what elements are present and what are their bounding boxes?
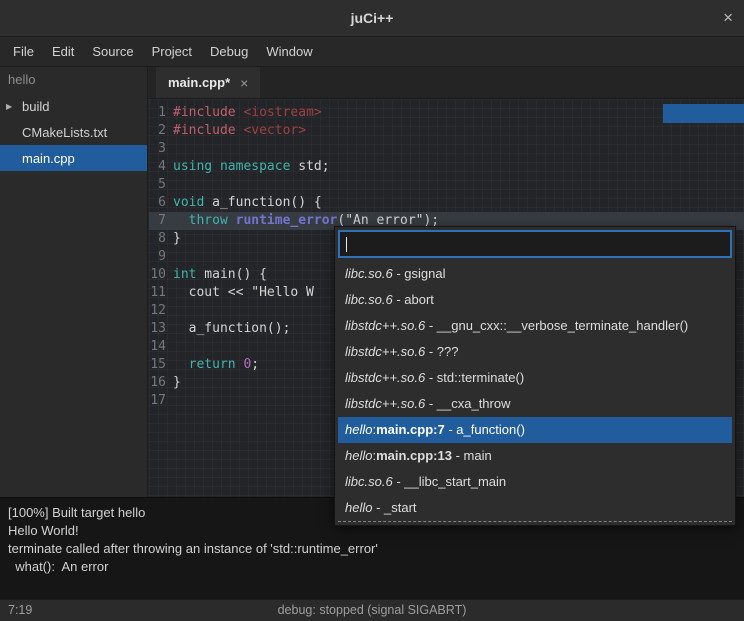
sidebar-item-build[interactable]: ▶build xyxy=(0,93,147,119)
menu-item-file[interactable]: File xyxy=(4,37,43,66)
line-number: 17 xyxy=(149,392,171,410)
project-name: hello xyxy=(0,67,147,93)
line-number: 4 xyxy=(149,158,171,176)
file-tree: ▶build CMakeLists.txt main.cpp xyxy=(0,93,147,171)
status-bar: 7:19 debug: stopped (signal SIGABRT) xyxy=(0,599,744,621)
code-text: int main() { xyxy=(171,266,267,284)
line-number: 6 xyxy=(149,194,171,212)
tab-close-icon[interactable]: × xyxy=(240,75,248,91)
code-text xyxy=(171,248,173,266)
title-bar: juCi++ × xyxy=(0,0,744,37)
backtrace-item[interactable]: libstdc++.so.6 - ??? xyxy=(338,339,732,365)
line-number: 15 xyxy=(149,356,171,374)
code-text: #include <iostream> xyxy=(171,104,322,122)
code-line: 3 xyxy=(149,140,744,158)
close-icon[interactable]: × xyxy=(723,0,733,36)
code-text xyxy=(171,392,173,410)
sidebar: hello ▶build CMakeLists.txt main.cpp xyxy=(0,67,148,497)
text-caret xyxy=(346,237,347,252)
jucipp-window: juCi++ × FileEditSourceProjectDebugWindo… xyxy=(0,0,744,621)
expander-icon[interactable]: ▶ xyxy=(0,102,22,111)
code-text xyxy=(171,302,173,320)
sidebar-item-cmakelists-txt[interactable]: CMakeLists.txt xyxy=(0,119,147,145)
tab-main-cpp[interactable]: main.cpp* × xyxy=(156,67,260,98)
tree-item-label: build xyxy=(22,99,49,114)
code-line: 4using namespace std; xyxy=(149,158,744,176)
code-line: 1#include <iostream> xyxy=(149,104,744,122)
menu-bar: FileEditSourceProjectDebugWindow xyxy=(0,37,744,67)
backtrace-item[interactable]: hello - _start xyxy=(338,495,732,521)
menu-item-debug[interactable]: Debug xyxy=(201,37,257,66)
code-text: } xyxy=(171,230,181,248)
line-number: 12 xyxy=(149,302,171,320)
code-text: return 0; xyxy=(171,356,259,374)
line-number: 7 xyxy=(149,212,171,230)
backtrace-item[interactable]: hello:main.cpp:13 - main xyxy=(338,443,732,469)
menu-item-edit[interactable]: Edit xyxy=(43,37,83,66)
backtrace-item[interactable]: libc.so.6 - abort xyxy=(338,287,732,313)
line-number: 5 xyxy=(149,176,171,194)
line-number: 1 xyxy=(149,104,171,122)
line-number: 13 xyxy=(149,320,171,338)
backtrace-item[interactable]: libstdc++.so.6 - __cxa_throw xyxy=(338,391,732,417)
backtrace-list: libc.so.6 - gsignallibc.so.6 - abortlibs… xyxy=(338,261,732,522)
line-number: 11 xyxy=(149,284,171,302)
code-text: using namespace std; xyxy=(171,158,330,176)
code-text xyxy=(171,140,173,158)
line-number: 2 xyxy=(149,122,171,140)
menu-item-window[interactable]: Window xyxy=(257,37,321,66)
menu-item-source[interactable]: Source xyxy=(83,37,142,66)
backtrace-item[interactable]: libc.so.6 - gsignal xyxy=(338,261,732,287)
debug-status: debug: stopped (signal SIGABRT) xyxy=(0,600,744,621)
line-number: 3 xyxy=(149,140,171,158)
code-text: cout << "Hello W xyxy=(171,284,314,302)
line-number: 9 xyxy=(149,248,171,266)
code-line: 6void a_function() { xyxy=(149,194,744,212)
output-line: terminate called after throwing an insta… xyxy=(8,540,736,558)
tree-item-label: main.cpp xyxy=(22,151,75,166)
backtrace-item[interactable]: libc.so.6 - __libc_start_main xyxy=(338,469,732,495)
tree-item-label: CMakeLists.txt xyxy=(22,125,107,140)
tab-bar: main.cpp* × xyxy=(149,67,744,99)
backtrace-item[interactable]: libstdc++.so.6 - std::terminate() xyxy=(338,365,732,391)
line-number: 10 xyxy=(149,266,171,284)
window-title: juCi++ xyxy=(0,0,744,36)
code-text: void a_function() { xyxy=(171,194,322,212)
backtrace-item-selected[interactable]: hello:main.cpp:7 - a_function() xyxy=(338,417,732,443)
popup-search-input[interactable] xyxy=(338,230,732,258)
output-line: what(): An error xyxy=(8,558,736,576)
code-line: 5 xyxy=(149,176,744,194)
scroll-position-indicator[interactable] xyxy=(663,104,744,123)
menu-item-project[interactable]: Project xyxy=(143,37,201,66)
line-number: 16 xyxy=(149,374,171,392)
code-text xyxy=(171,338,173,356)
backtrace-popup: libc.so.6 - gsignallibc.so.6 - abortlibs… xyxy=(334,226,736,526)
code-text: #include <vector> xyxy=(171,122,306,140)
code-text: } xyxy=(171,374,181,392)
sidebar-item-main-cpp[interactable]: main.cpp xyxy=(0,145,147,171)
tab-label: main.cpp* xyxy=(168,75,230,90)
backtrace-item[interactable]: libstdc++.so.6 - __gnu_cxx::__verbose_te… xyxy=(338,313,732,339)
line-number: 14 xyxy=(149,338,171,356)
code-text xyxy=(171,176,173,194)
line-number: 8 xyxy=(149,230,171,248)
code-text: a_function(); xyxy=(171,320,290,338)
code-line: 2#include <vector> xyxy=(149,122,744,140)
